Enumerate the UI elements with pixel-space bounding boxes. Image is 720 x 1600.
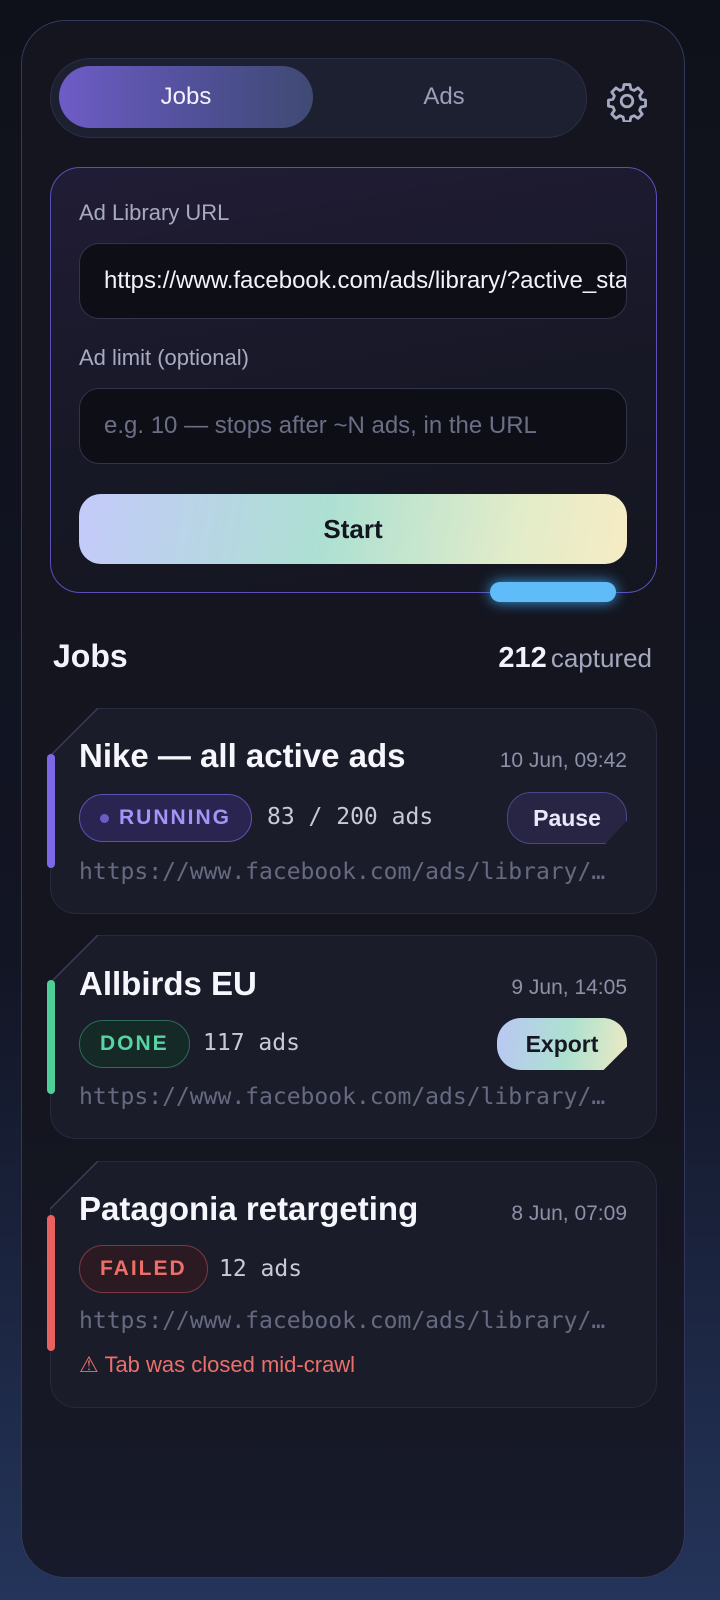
status-badge: FAILED — [79, 1245, 208, 1293]
limit-label: Ad limit (optional) — [79, 345, 249, 370]
limit-input-placeholder: e.g. 10 — stops after ~N ads, in the URL — [104, 412, 537, 439]
status-text: RUNNING — [119, 806, 231, 829]
jobs-section-title: Jobs — [53, 638, 128, 674]
export-button[interactable]: Export — [497, 1018, 627, 1070]
glow-accent — [490, 582, 616, 602]
status-stripe — [47, 1215, 55, 1351]
status-stripe — [47, 980, 55, 1094]
job-date: 9 Jun, 14:05 — [511, 976, 627, 999]
settings-gear-icon[interactable] — [606, 80, 648, 122]
status-badge: DONE — [79, 1020, 190, 1068]
url-label: Ad Library URL — [79, 200, 230, 225]
tab-jobs[interactable]: Jobs — [59, 66, 313, 128]
job-date: 8 Jun, 07:09 — [511, 1202, 627, 1225]
status-text: FAILED — [100, 1257, 187, 1280]
job-url: https://www.facebook.com/ads/library/?ac… — [79, 859, 619, 885]
job-title: Allbirds EU — [79, 965, 257, 1002]
ad-count: 83 / 200 ads — [267, 804, 434, 830]
url-input-value: https://www.facebook.com/ads/library/?ac… — [104, 267, 627, 294]
ad-count: 117 ads — [203, 1030, 300, 1056]
pause-button[interactable]: Pause — [507, 792, 627, 844]
running-dot-icon — [100, 813, 109, 823]
status-badge: RUNNING — [79, 794, 252, 842]
ad-limit-input[interactable]: e.g. 10 — stops after ~N ads, in the URL — [79, 388, 627, 464]
status-text: DONE — [100, 1032, 169, 1055]
job-title: Nike — all active ads — [79, 737, 406, 774]
tab-ads[interactable]: Ads — [313, 66, 575, 128]
error-message: ⚠ Tab was closed mid-crawl — [79, 1352, 356, 1377]
ad-count: 12 ads — [219, 1256, 303, 1282]
ad-library-url-input[interactable]: https://www.facebook.com/ads/library/?ac… — [79, 243, 627, 319]
job-url: https://www.facebook.com/ads/library/?ac… — [79, 1084, 619, 1110]
captured-counter: 212 captured — [498, 642, 652, 675]
job-title: Patagonia retargeting — [79, 1190, 419, 1227]
captured-count: 212 — [498, 642, 547, 674]
captured-label: captured — [550, 643, 652, 673]
job-url: https://www.facebook.com/ads/library/?ac… — [79, 1308, 619, 1334]
status-stripe — [47, 754, 55, 868]
job-date: 10 Jun, 09:42 — [499, 749, 627, 772]
start-button[interactable]: Start — [79, 494, 627, 564]
